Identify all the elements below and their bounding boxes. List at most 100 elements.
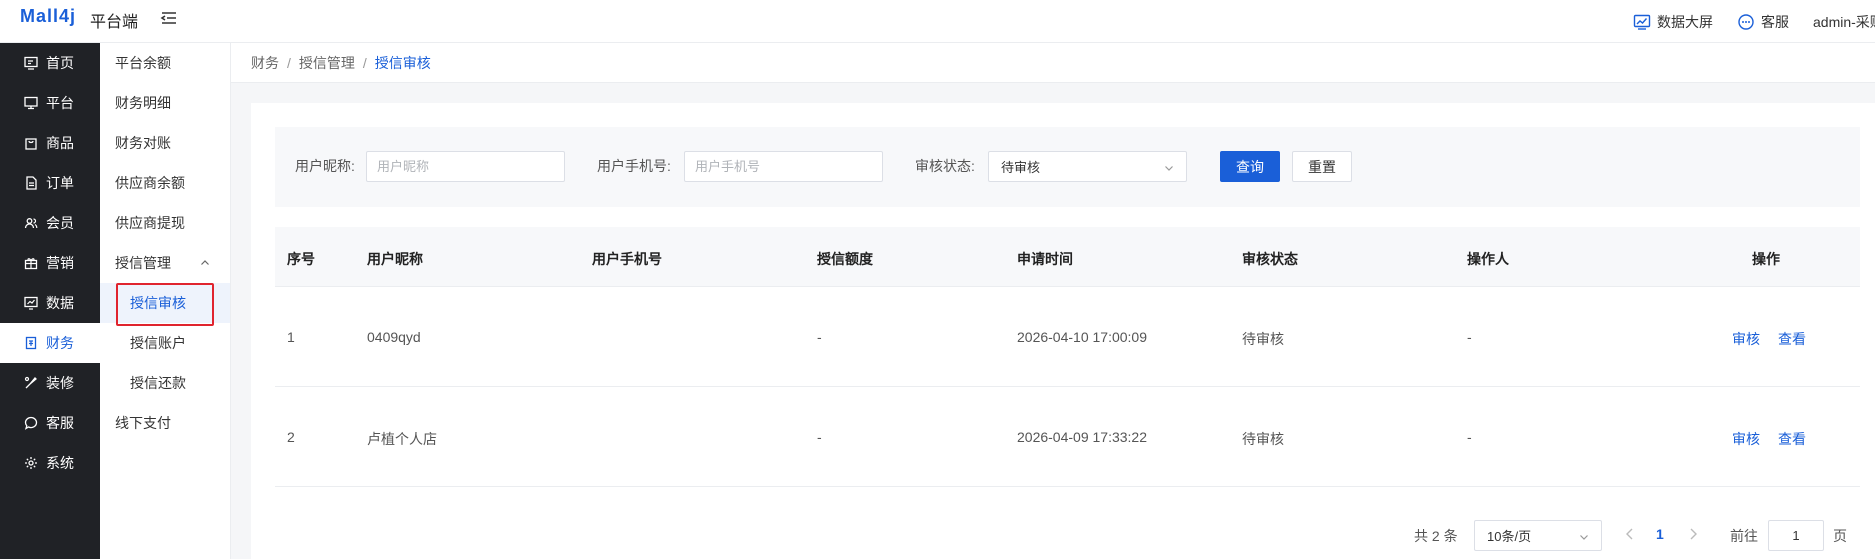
breadcrumb-finance[interactable]: 财务 [251, 53, 279, 73]
nav-item-platform[interactable]: 平台 [0, 83, 100, 123]
desktop-icon [24, 96, 38, 110]
next-page-icon[interactable] [1687, 527, 1699, 541]
submenu-supplier-balance[interactable]: 供应商余额 [100, 163, 230, 203]
breadcrumb-separator: / [362, 54, 367, 71]
reset-button[interactable]: 重置 [1292, 151, 1352, 182]
breadcrumb-credit-management[interactable]: 授信管理 [299, 53, 355, 73]
column-header: 操作 [1752, 251, 1780, 267]
chevron-down-icon [1165, 166, 1173, 171]
nav-item-label: 系统 [46, 455, 74, 471]
cell-credit: - [817, 429, 822, 445]
column-header: 序号 [287, 251, 315, 267]
nav-item-label: 商品 [46, 135, 74, 151]
nav-item-label: 会员 [46, 215, 74, 231]
view-link[interactable]: 查看 [1778, 429, 1806, 449]
header-actions: 数据大屏 客服 admin-采购 [1633, 0, 1875, 43]
chat-bubble-icon [1738, 13, 1754, 30]
nav-item-members[interactable]: 会员 [0, 203, 100, 243]
nav-item-decoration[interactable]: 装修 [0, 363, 100, 403]
user-menu[interactable]: admin-采购 [1813, 12, 1875, 32]
logo-subtitle: 平台端 [90, 14, 139, 31]
column-header: 用户手机号 [592, 251, 662, 267]
nav-item-label: 平台 [46, 95, 74, 111]
table-row: 2 卢植个人店 - 2026-04-09 17:33:22 待审核 - 审核 查… [275, 387, 1860, 487]
main-sidebar: 首页 平台 商品 订单 会员 营销 数据 财务 装修 客服 系统 [0, 43, 100, 559]
cell-apply-time: 2026-04-09 17:33:22 [1017, 429, 1147, 445]
goto-page-input[interactable] [1768, 520, 1824, 551]
monitor-icon [24, 56, 38, 70]
view-link[interactable]: 查看 [1778, 329, 1806, 349]
column-header: 用户昵称 [367, 251, 423, 267]
table-header: 序号 用户昵称 用户手机号 授信额度 申请时间 审核状态 操作人 操作 [275, 227, 1860, 287]
cell-nickname: 0409qyd [367, 329, 421, 345]
cell-status: 待审核 [1242, 431, 1284, 447]
gear-icon [25, 457, 37, 469]
customer-service-label: 客服 [1761, 13, 1789, 30]
column-header: 审核状态 [1242, 251, 1298, 267]
page-size-select[interactable]: 10条/页 [1474, 520, 1602, 551]
page-suffix-label: 页 [1833, 528, 1847, 544]
cell-operator: - [1467, 329, 1472, 345]
wallet-icon [25, 336, 37, 350]
submenu-credit-account[interactable]: 授信账户 [100, 323, 230, 363]
nav-item-orders[interactable]: 订单 [0, 163, 100, 203]
chart-screen-icon [1633, 14, 1651, 30]
document-icon [26, 176, 37, 190]
cell-index: 2 [287, 429, 295, 445]
submenu-group-label: 授信管理 [115, 255, 171, 271]
column-header: 授信额度 [817, 251, 873, 267]
cell-apply-time: 2026-04-10 17:00:09 [1017, 329, 1147, 345]
status-select[interactable]: 待审核 [988, 151, 1187, 182]
nav-item-marketing[interactable]: 营销 [0, 243, 100, 283]
main-content: 用户昵称: 用户手机号: 审核状态: 待审核 查询 重置 序号 用户昵称 用户手… [251, 103, 1875, 559]
table-row: 1 0409qyd - 2026-04-10 17:00:09 待审核 - 审核… [275, 287, 1860, 387]
status-select-value: 待审核 [1001, 160, 1041, 175]
page-size-value: 10条/页 [1487, 529, 1532, 544]
data-screen-label: 数据大屏 [1657, 13, 1713, 30]
cell-operator: - [1467, 429, 1472, 445]
page-number-current[interactable]: 1 [1656, 526, 1664, 542]
cell-nickname: 卢植个人店 [367, 431, 437, 447]
nav-item-system[interactable]: 系统 [0, 443, 100, 483]
goto-label: 前往 [1730, 528, 1758, 544]
nav-item-label: 订单 [46, 175, 74, 191]
nav-item-label: 首页 [46, 55, 74, 71]
data-screen-link[interactable]: 数据大屏 [1633, 12, 1713, 32]
message-icon [24, 416, 38, 430]
breadcrumb-current: 授信审核 [374, 54, 431, 71]
nav-item-label: 财务 [46, 335, 74, 351]
submenu-platform-balance[interactable]: 平台余额 [100, 43, 230, 83]
customer-service-link[interactable]: 客服 [1737, 12, 1789, 32]
nav-item-finance[interactable]: 财务 [0, 323, 100, 363]
brush-icon [24, 376, 37, 389]
gift-icon [24, 258, 38, 270]
submenu-offline-payment[interactable]: 线下支付 [100, 403, 230, 443]
nav-item-label: 装修 [46, 375, 74, 391]
phone-input[interactable] [684, 151, 883, 182]
review-link[interactable]: 审核 [1732, 329, 1760, 349]
review-link[interactable]: 审核 [1732, 429, 1760, 449]
nav-item-service[interactable]: 客服 [0, 403, 100, 443]
breadcrumb: 财务 / 授信管理 / 授信审核 [231, 43, 1875, 83]
pagination-total: 共 2 条 [1414, 528, 1458, 544]
prev-page-icon[interactable] [1624, 527, 1636, 541]
submenu-credit-management[interactable]: 授信管理 [100, 243, 230, 283]
column-header: 操作人 [1467, 251, 1509, 267]
nickname-input[interactable] [366, 151, 565, 182]
submenu-credit-review[interactable]: 授信审核 [100, 283, 230, 323]
submenu-supplier-withdrawal[interactable]: 供应商提现 [100, 203, 230, 243]
phone-label: 用户手机号: [597, 158, 671, 174]
nickname-label: 用户昵称: [295, 158, 355, 174]
nav-item-products[interactable]: 商品 [0, 123, 100, 163]
menu-fold-icon[interactable] [160, 9, 178, 27]
submenu-finance-details[interactable]: 财务明细 [100, 83, 230, 123]
chevron-up-icon [201, 260, 209, 265]
query-button[interactable]: 查询 [1220, 151, 1280, 182]
nav-item-home[interactable]: 首页 [0, 43, 100, 83]
nav-item-data[interactable]: 数据 [0, 283, 100, 323]
submenu-credit-repayment[interactable]: 授信还款 [100, 363, 230, 403]
chevron-down-icon [1580, 535, 1588, 540]
logo[interactable]: Mall4j [20, 6, 76, 27]
submenu-finance-reconciliation[interactable]: 财务对账 [100, 123, 230, 163]
user-group-icon [24, 218, 38, 229]
